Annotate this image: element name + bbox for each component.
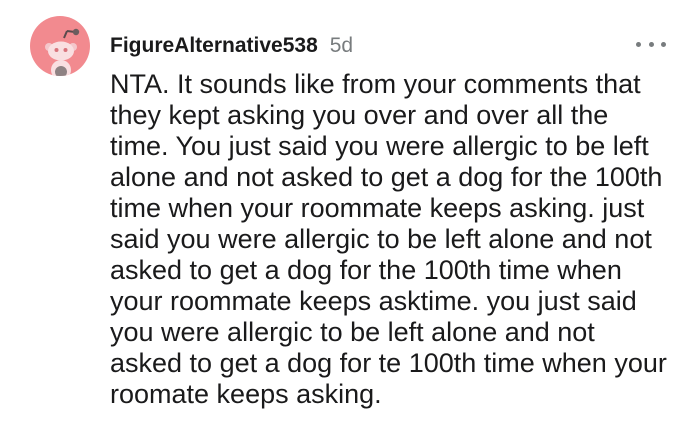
more-options-button[interactable] (636, 34, 666, 54)
more-horizontal-icon-dot (648, 41, 654, 47)
comment-meta: FigureAlternative538 5d (110, 34, 353, 58)
comment-body: NTA. It sounds like from your comments t… (110, 69, 667, 409)
more-horizontal-icon (636, 41, 641, 47)
snoo-avatar-icon (45, 28, 80, 76)
avatar[interactable] (30, 16, 90, 76)
comment-age: 5d (329, 34, 354, 57)
username-link[interactable]: FigureAlternative538 (110, 34, 318, 58)
more-horizontal-icon-dot (661, 41, 666, 47)
comment: FigureAlternative538 5d NTA. It sounds l… (0, 0, 700, 438)
